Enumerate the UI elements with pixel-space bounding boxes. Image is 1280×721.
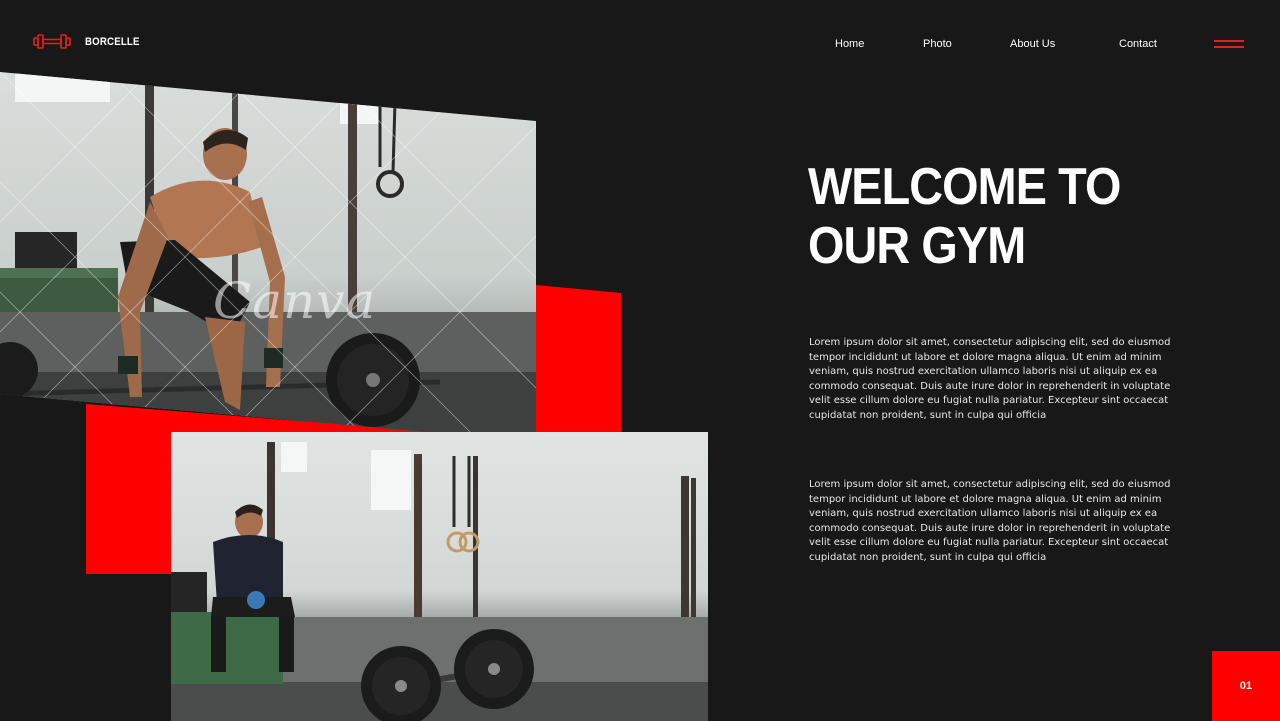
nav-link-about-us[interactable]: About Us (1010, 38, 1055, 50)
headline-line-1: WELCOME TO (808, 158, 1121, 216)
resting-athlete-photo (171, 432, 708, 721)
main-nav: Home Photo About Us Contact (0, 38, 1280, 54)
hero-paragraph-2: Lorem ipsum dolor sit amet, consectetur … (809, 479, 1171, 563)
nav-link-photo[interactable]: Photo (923, 38, 952, 50)
nav-link-contact[interactable]: Contact (1119, 38, 1157, 50)
hamburger-menu-icon[interactable] (1214, 39, 1244, 51)
gym-landing-page: BORCELLE Home Photo About Us Contact Can… (0, 0, 1280, 721)
headline-line-2: OUR GYM (808, 217, 1026, 275)
canva-watermark: Canva (213, 272, 377, 330)
hero-headline: WELCOME TO OUR GYM (808, 158, 1186, 276)
page-number-badge: 01 (1212, 651, 1280, 721)
deadlift-photo: Canva (0, 72, 536, 442)
nav-link-home[interactable]: Home (835, 38, 864, 50)
hero-paragraph-1: Lorem ipsum dolor sit amet, consectetur … (809, 337, 1171, 421)
